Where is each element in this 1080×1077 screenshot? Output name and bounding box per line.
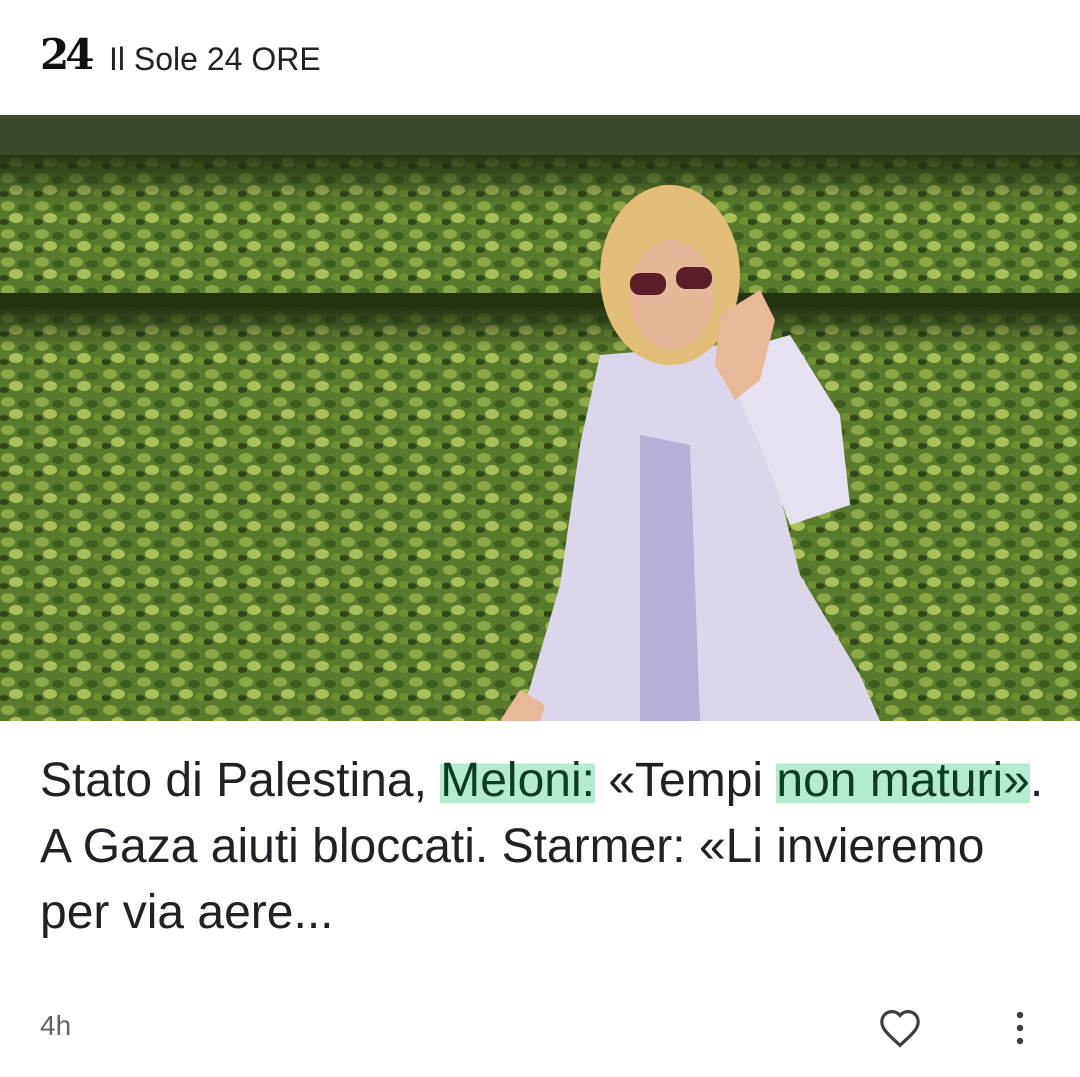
- headline-highlight-2: non maturi»: [776, 754, 1030, 807]
- like-button[interactable]: [876, 1004, 924, 1052]
- more-options-button[interactable]: [996, 1004, 1044, 1052]
- published-time: 4h: [40, 1010, 72, 1041]
- source-header[interactable]: 24 Il Sole 24 ORE: [0, 0, 1080, 115]
- headline-text-2: «Tempi: [594, 754, 777, 807]
- source-logo: 24: [40, 30, 94, 79]
- headline-highlight-1: Meloni:: [440, 754, 595, 807]
- headline[interactable]: Stato di Palestina, Meloni: «Tempi non m…: [40, 748, 1050, 946]
- more-vertical-icon: [1016, 1011, 1024, 1045]
- source-name[interactable]: Il Sole 24 ORE: [109, 40, 321, 78]
- heart-outline-icon: [880, 1009, 920, 1048]
- hero-image[interactable]: [0, 115, 1080, 721]
- headline-text-1: Stato di Palestina,: [40, 754, 441, 807]
